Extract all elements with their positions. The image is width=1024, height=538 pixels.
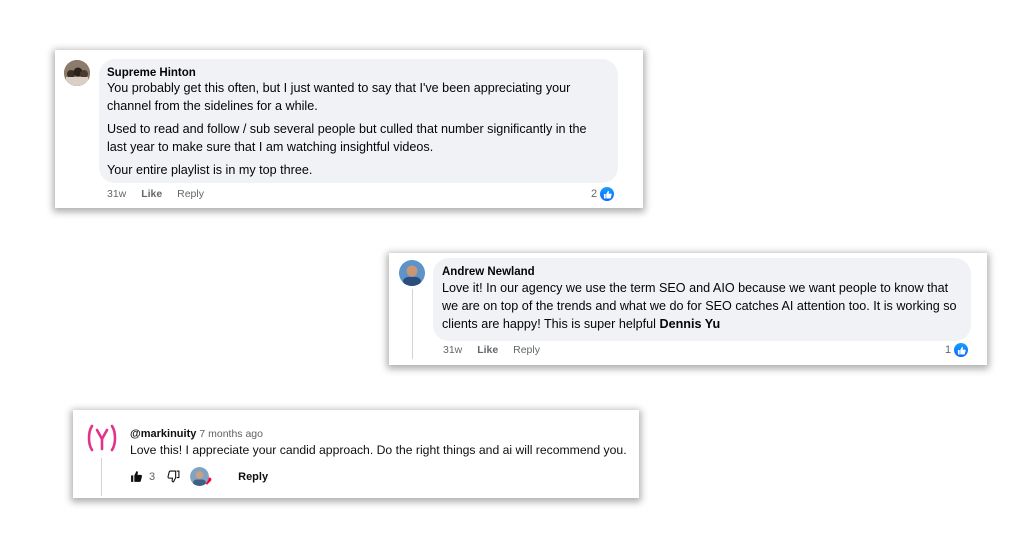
comment-text: You probably get this often, but I just … — [107, 79, 607, 179]
thread-line — [101, 458, 102, 496]
comment-timestamp[interactable]: 7 months ago — [199, 428, 263, 440]
comment-actions: 31w Like Reply — [443, 344, 552, 356]
avatar[interactable] — [399, 260, 425, 286]
creator-heart-avatar — [190, 467, 210, 486]
reply-button[interactable]: Reply — [238, 471, 268, 483]
comment-author[interactable]: Andrew Newland — [442, 266, 535, 278]
comment-timestamp[interactable]: 31w — [107, 188, 126, 200]
comment-header: @markinuity 7 months ago — [130, 424, 263, 442]
comment-card-markinuity: @markinuity 7 months ago Love this! I app… — [73, 410, 639, 498]
comment-card-andrew-newland: Andrew Newland Love it! In our agency we… — [389, 253, 987, 365]
comment-text: Love this! I appreciate your candid appr… — [130, 443, 627, 457]
comment-paragraph: Used to read and follow / sub several pe… — [107, 122, 587, 154]
avatar[interactable] — [64, 60, 90, 86]
comment-author[interactable]: Supreme Hinton — [107, 67, 196, 79]
thread-line — [412, 289, 413, 359]
comment-bubble: Andrew Newland Love it! In our agency we… — [433, 258, 971, 341]
comment-card-supreme-hinton: Supreme Hinton You probably get this oft… — [55, 50, 643, 208]
comment-paragraph: Your entire playlist is in my top three. — [107, 163, 313, 177]
avatar[interactable] — [86, 422, 118, 454]
like-button[interactable]: Like — [477, 344, 498, 356]
comment-text: Love it! In our agency we use the term S… — [442, 279, 962, 333]
like-reaction-icon — [599, 186, 616, 202]
reply-button[interactable]: Reply — [177, 188, 204, 200]
comment-bubble: Supreme Hinton You probably get this oft… — [99, 59, 618, 183]
comment-actions: 31w Like Reply — [107, 188, 216, 200]
thumbs-up-icon[interactable] — [130, 470, 143, 483]
like-button[interactable]: Like — [141, 188, 162, 200]
like-count: 3 — [149, 470, 156, 483]
reply-button[interactable]: Reply — [513, 344, 540, 356]
reaction-count-number: 1 — [945, 344, 952, 356]
thumbs-down-icon[interactable] — [167, 470, 180, 483]
comment-timestamp[interactable]: 31w — [443, 344, 462, 356]
comment-paragraph: You probably get this often, but I just … — [107, 81, 571, 113]
comment-author[interactable]: @markinuity — [130, 428, 196, 440]
reaction-count-number: 2 — [591, 188, 598, 200]
like-reaction-icon — [953, 342, 970, 358]
mention-link[interactable]: Dennis Yu — [659, 317, 720, 331]
reaction-count[interactable]: 1 — [945, 342, 970, 358]
reaction-count[interactable]: 2 — [591, 186, 616, 202]
comment-actions: 3 Reply — [130, 467, 268, 486]
